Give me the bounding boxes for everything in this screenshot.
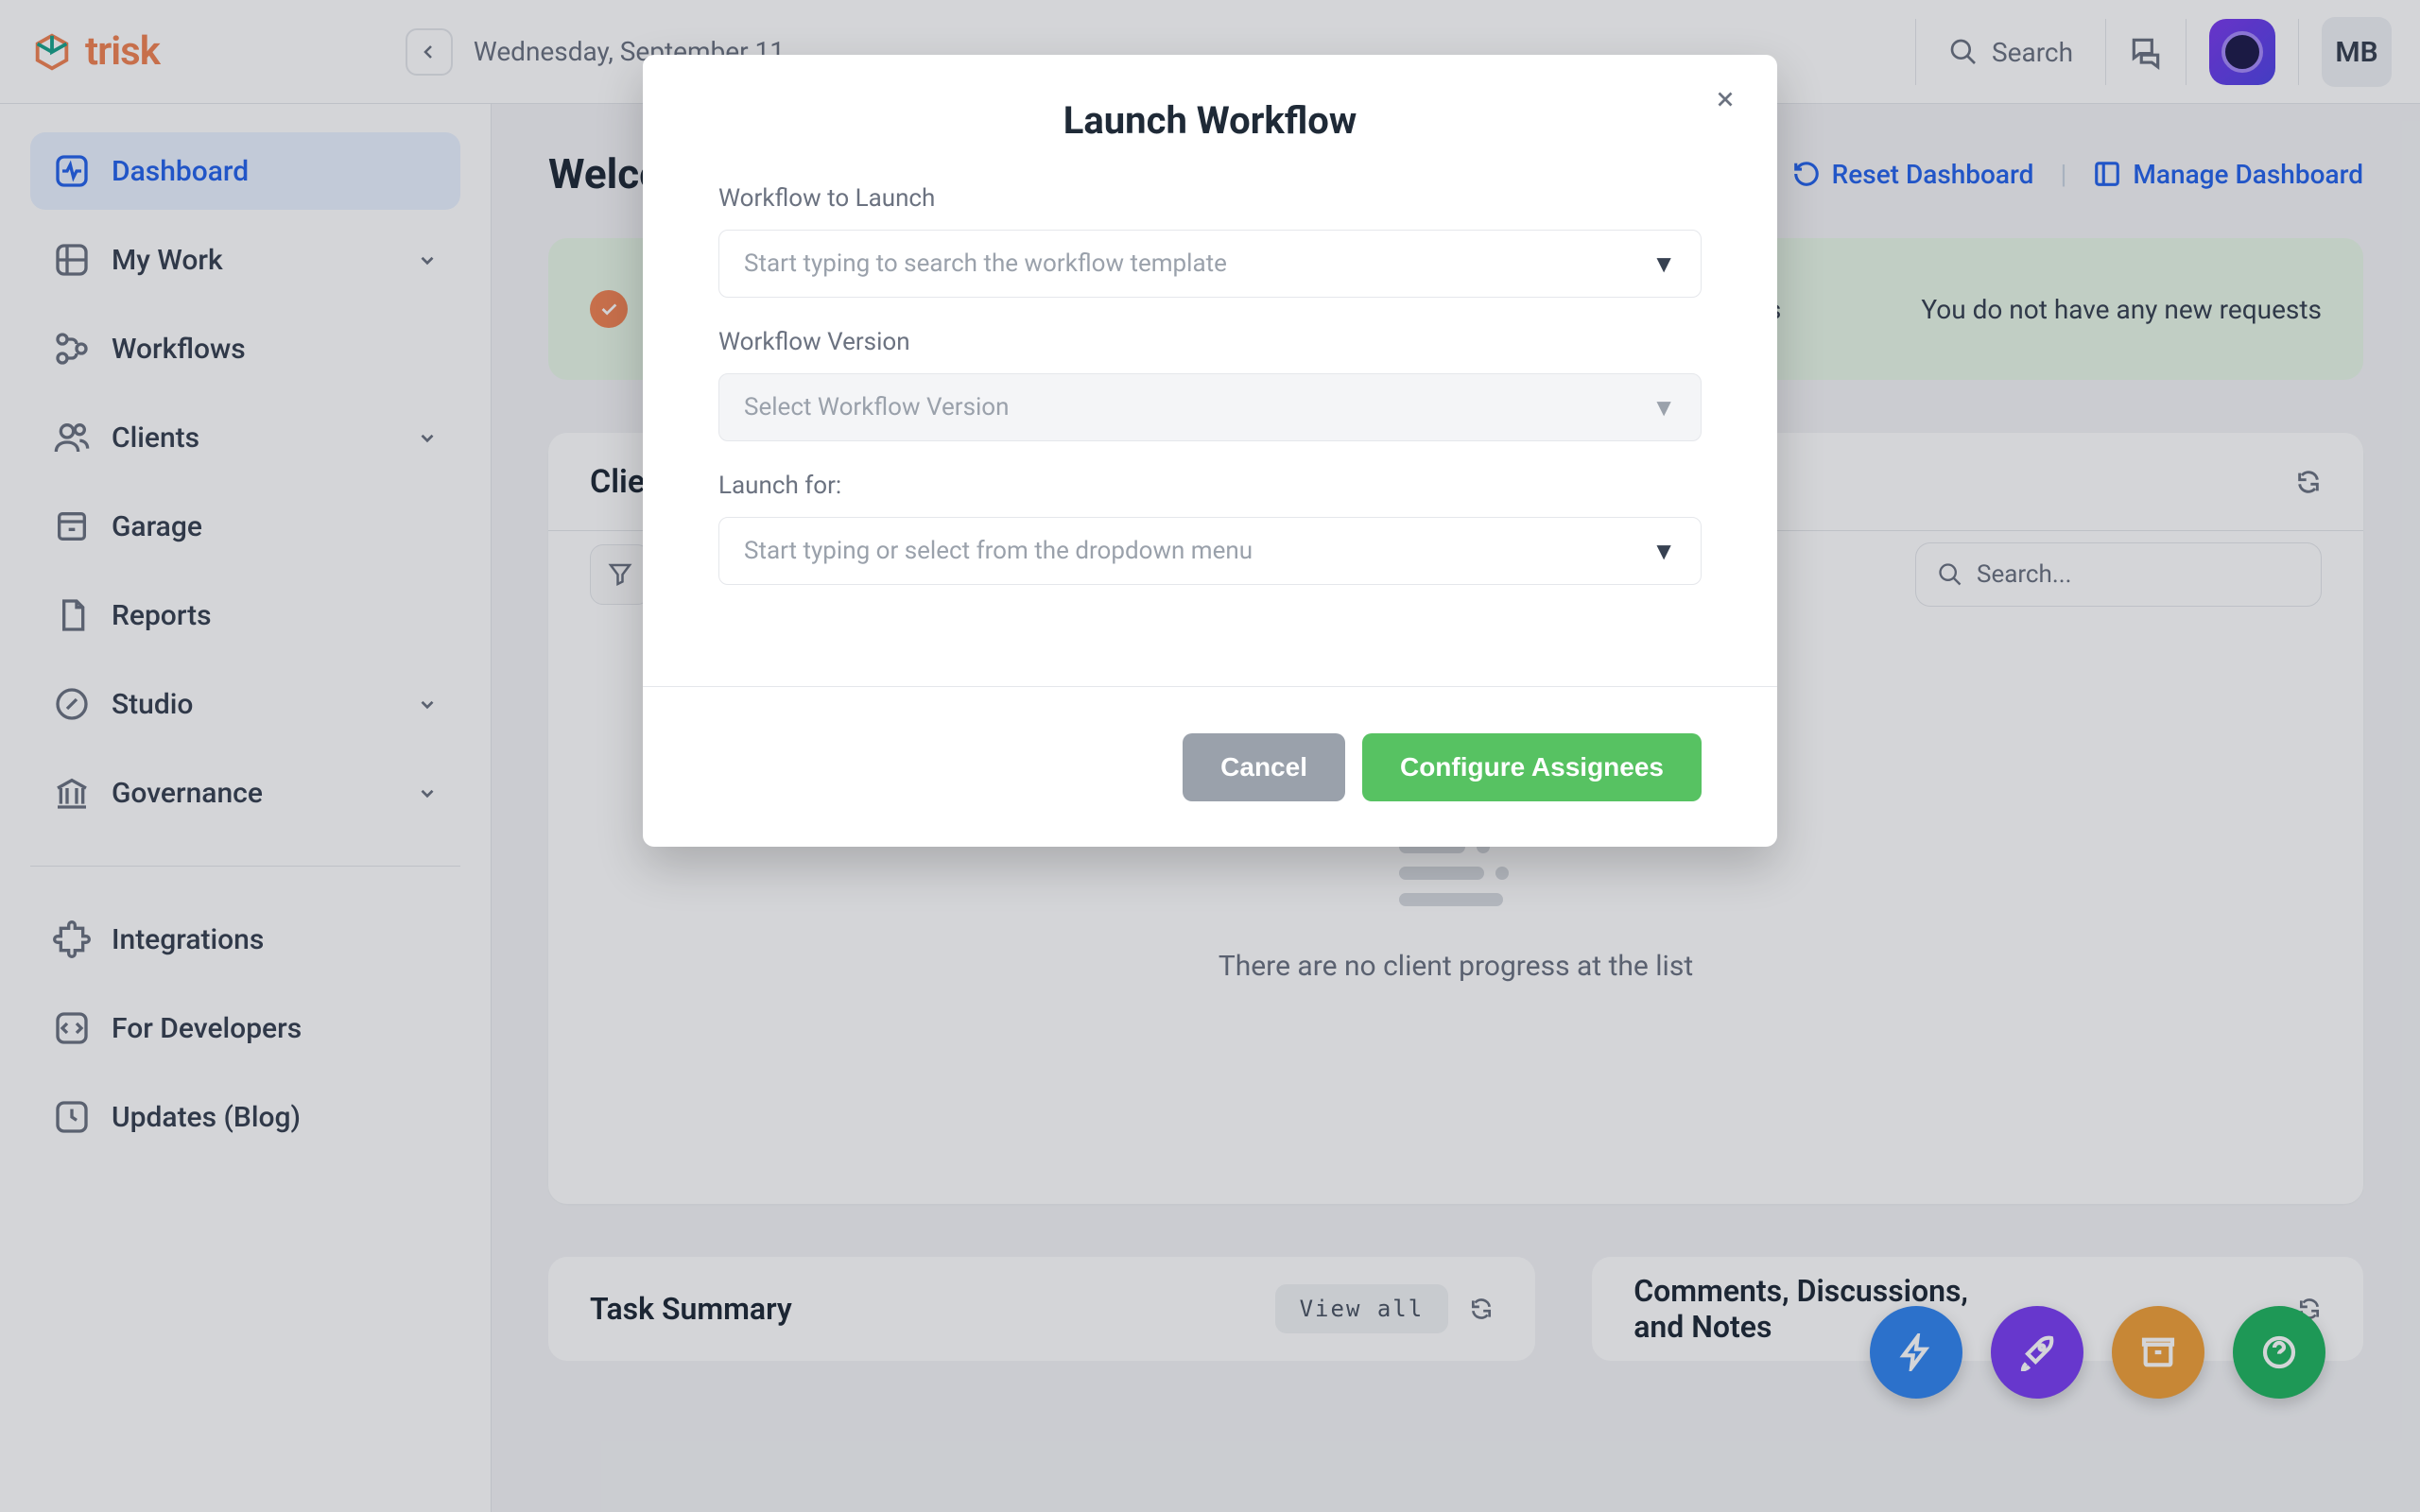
workflow-template-select[interactable]: Start typing to search the workflow temp…: [718, 230, 1702, 298]
configure-assignees-button[interactable]: Configure Assignees: [1362, 733, 1702, 801]
close-icon: [1713, 87, 1737, 112]
caret-down-icon: ▼: [1651, 249, 1676, 279]
cancel-button[interactable]: Cancel: [1183, 733, 1345, 801]
launch-for-select[interactable]: Start typing or select from the dropdown…: [718, 517, 1702, 585]
caret-down-icon: ▼: [1651, 393, 1676, 422]
caret-down-icon: ▼: [1651, 537, 1676, 566]
version-field-label: Workflow Version: [718, 328, 1702, 356]
workflow-field-label: Workflow to Launch: [718, 184, 1702, 213]
workflow-version-select[interactable]: Select Workflow Version ▼: [718, 373, 1702, 441]
close-button[interactable]: [1713, 87, 1737, 112]
field-placeholder: Select Workflow Version: [744, 393, 1010, 421]
field-placeholder: Start typing to search the workflow temp…: [744, 249, 1227, 278]
launch-for-field-label: Launch for:: [718, 472, 1702, 500]
modal-overlay[interactable]: Launch Workflow Workflow to Launch Start…: [0, 0, 2420, 1512]
modal-body: Workflow to Launch Start typing to searc…: [643, 180, 1777, 585]
modal-title: Launch Workflow: [643, 55, 1777, 180]
modal-footer: Cancel Configure Assignees: [643, 686, 1777, 847]
launch-workflow-modal: Launch Workflow Workflow to Launch Start…: [643, 55, 1777, 847]
field-placeholder: Start typing or select from the dropdown…: [744, 537, 1253, 565]
